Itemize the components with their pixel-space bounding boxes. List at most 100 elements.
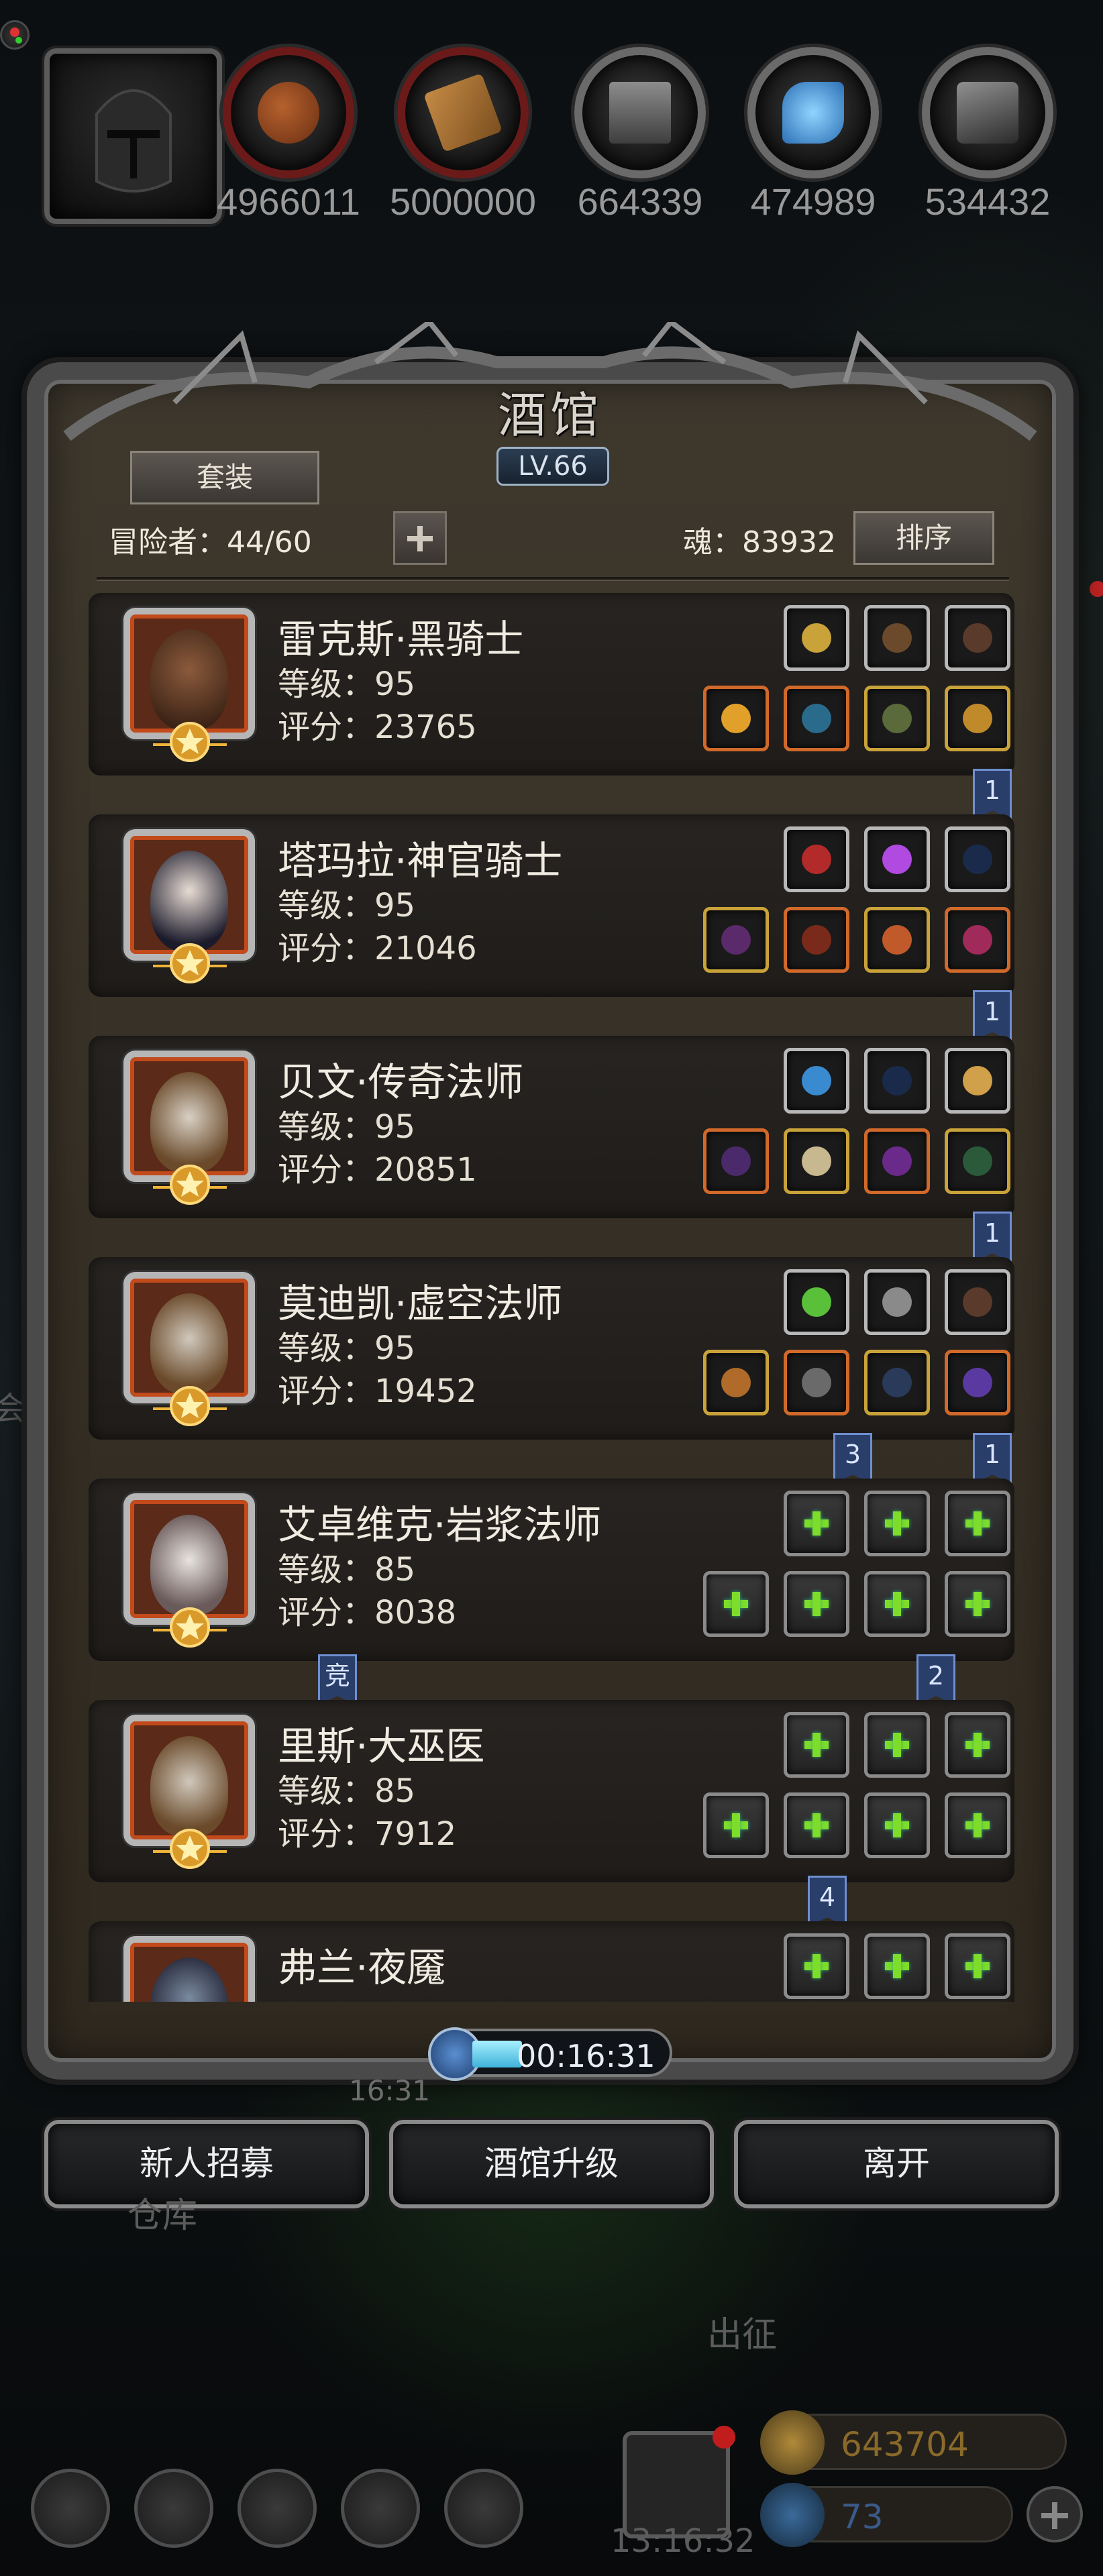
resource-wood[interactable]: 5000000 [390,47,536,223]
hero-level: 等级：95 [278,1108,416,1146]
hero-card[interactable]: 贝文·传奇法师 等级：95 评分：20851 [89,1036,1014,1218]
weapon-equip-slot[interactable] [703,686,769,751]
amulet-equip-slot[interactable] [945,686,1010,751]
gem-value: 73 [841,2498,884,2536]
menu-icon[interactable] [31,2469,110,2548]
resource-iron[interactable]: 664339 [573,47,707,223]
staff-icon [721,925,751,955]
count-tag: 1 [973,1433,1012,1484]
armor-equip-slot[interactable] [784,1128,849,1194]
weapon-equip-slot[interactable] [703,907,769,973]
lamp-equip-slot[interactable] [945,1128,1010,1194]
empty-equip-slot[interactable] [784,1571,849,1637]
armor-equip-slot[interactable] [784,686,849,751]
add-capacity-button[interactable] [393,511,447,565]
weapon-equip-slot[interactable] [703,1128,769,1194]
hero-score: 评分：23765 [278,708,477,746]
empty-equip-slot[interactable] [784,1933,849,1999]
empty-equip-slot[interactable] [864,1491,930,1556]
empty-equip-slot[interactable] [945,1571,1010,1637]
recruit-button[interactable]: 新人招募 [44,2120,369,2208]
lamp-icon [963,1146,992,1176]
mask-equip-slot[interactable] [945,1350,1010,1415]
weapon-equip-slot[interactable] [945,826,1010,892]
panel-title: 酒馆 [497,387,602,443]
hero-menu-icon[interactable] [134,2469,213,2548]
empty-equip-slot[interactable] [864,1792,930,1858]
weapon-equip-slot[interactable] [945,605,1010,671]
resource-meat[interactable]: 4966011 [217,47,360,223]
recruit-timer: 00:16:31 [428,2027,672,2081]
resource-stone[interactable]: 534432 [921,47,1055,223]
resource-crystal[interactable]: 474989 [746,47,880,223]
expedition-label[interactable]: 出征 [707,2306,777,2357]
empty-equip-slot[interactable] [784,1792,849,1858]
emblem-equip-slot[interactable] [864,1269,930,1335]
weapon-equip-slot[interactable] [703,1350,769,1415]
empty-equip-slot[interactable] [864,1571,930,1637]
amulet-equip-slot[interactable] [864,1128,930,1194]
empty-equip-slot[interactable] [784,1712,849,1778]
hero-level: 等级：95 [278,665,416,703]
empty-equip-slot[interactable] [945,1712,1010,1778]
wood-icon [397,47,529,178]
hero-card[interactable]: 塔玛拉·神官骑士 等级：95 评分：21046 [89,814,1014,997]
hero-card[interactable]: 弗兰·夜魇 [89,1921,1014,2002]
armor-icon [802,704,831,733]
orb-equip-slot[interactable] [784,1048,849,1114]
gem-equip-slot[interactable] [864,826,930,892]
lantern-equip-slot[interactable] [945,1048,1010,1114]
weapon-equip-slot[interactable] [864,1350,930,1415]
tavern-upgrade-button[interactable]: 酒馆升级 [389,2120,714,2208]
hero-card[interactable]: 里斯·大巫医 等级：85 评分：7912 [89,1700,1014,1882]
star-medal-icon [153,1829,227,1869]
empty-equip-slot[interactable] [703,1571,769,1637]
mail-menu-icon[interactable] [341,2469,420,2548]
add-currency-button[interactable] [1027,2486,1083,2542]
amulet-icon [963,704,992,733]
divider [97,577,1009,580]
count-tag: 1 [973,769,1012,820]
weapon-equip-slot[interactable] [864,605,930,671]
set-tab-button[interactable]: 套装 [130,451,319,504]
hero-card[interactable]: 莫迪凯·虚空法师 等级：95 评分：19452 [89,1257,1014,1440]
potion-equip-slot[interactable] [945,907,1010,973]
amulet-icon [882,1146,912,1176]
armor-equip-slot[interactable] [784,1350,849,1415]
hero-level: 等级：85 [278,1551,416,1589]
hero-face [150,629,228,730]
weapon-equip-slot[interactable] [864,1048,930,1114]
accessory-equip-slot[interactable] [784,826,849,892]
tavern-panel: 酒馆 LV.66 套装 冒险者：44/60 魂：83932 排序 雷克斯·黑骑士… [27,322,1073,2080]
gem-bar[interactable]: 73 [760,2483,1013,2547]
amulet-equip-slot[interactable] [864,907,930,973]
gold-bar[interactable]: 643704 [760,2410,1067,2475]
empty-equip-slot[interactable] [784,1491,849,1556]
gem-equip-slot[interactable] [784,1269,849,1335]
potion-equip-slot[interactable] [784,907,849,973]
crystal-icon [747,47,879,178]
crossbow-icon [963,623,992,653]
shield-equip-slot[interactable] [864,686,930,751]
hero-card[interactable]: 雷克斯·黑骑士 等级：95 评分：23765 [89,593,1014,775]
empty-equip-slot[interactable] [864,1933,930,1999]
status-icon[interactable] [0,20,30,50]
hero-card[interactable]: 艾卓维克·岩浆法师 等级：85 评分：8038 [89,1479,1014,1661]
notification-dot [1090,581,1103,597]
weapon-equip-slot[interactable] [945,1269,1010,1335]
empty-equip-slot[interactable] [945,1933,1010,1999]
empty-equip-slot[interactable] [945,1491,1010,1556]
sort-button[interactable]: 排序 [853,511,994,565]
helmet-equip-slot[interactable] [784,605,849,671]
bow-icon [963,845,992,874]
empty-equip-slot[interactable] [945,1792,1010,1858]
castle-menu-icon[interactable] [238,2469,317,2548]
map-menu-icon[interactable] [444,2469,523,2548]
clock-text: 13:16:32 [611,2522,755,2560]
star-medal-icon [153,722,227,762]
empty-equip-slot[interactable] [864,1712,930,1778]
warehouse-label[interactable]: 仓库 [127,2187,197,2237]
empty-equip-slot[interactable] [703,1792,769,1858]
hero-list[interactable]: 雷克斯·黑骑士 等级：95 评分：23765 1 塔玛拉·神官骑士 等级：95 … [89,593,1014,2002]
leave-button[interactable]: 离开 [734,2120,1059,2208]
